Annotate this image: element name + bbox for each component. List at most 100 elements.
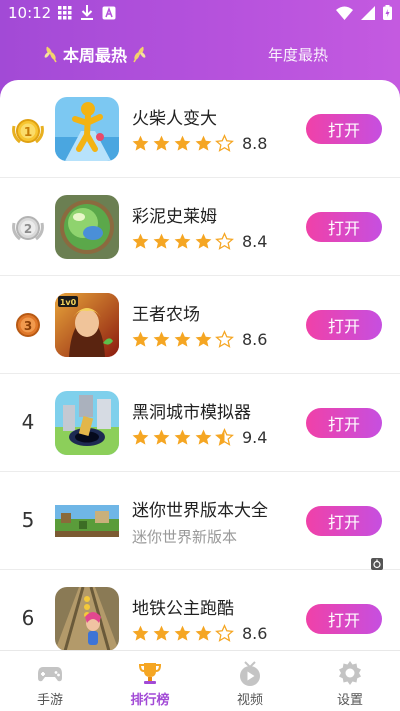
tab-week-hot[interactable]: 本周最热 — [44, 38, 146, 70]
star-full-icon — [132, 429, 149, 445]
nav-label: 手游 — [36, 693, 63, 708]
star-full-icon — [195, 625, 212, 641]
rating-stars: 8.8 — [131, 134, 267, 153]
open-button[interactable]: 打开 — [306, 408, 382, 438]
star-full-icon — [153, 331, 170, 347]
nav-item-rankings[interactable]: 排行榜 — [100, 651, 200, 711]
ranking-list: 1 火柴人变大 8.8 打开 2 彩泥史莱姆 8.4 打开 3 1v0 王者农场… — [0, 80, 400, 650]
star-full-icon — [195, 331, 212, 347]
app-name: 迷你世界版本大全 — [132, 501, 268, 521]
star-full-icon — [174, 233, 191, 249]
nav-item-settings[interactable]: 设置 — [300, 651, 400, 711]
nav-label: 排行榜 — [130, 693, 170, 708]
app-image-mini-world[interactable] — [55, 505, 119, 537]
app-score: 8.8 — [242, 134, 268, 153]
app-subtitle: 迷你世界新版本 — [132, 528, 238, 546]
star-full-icon — [195, 429, 212, 445]
star-full-icon — [174, 625, 191, 641]
rating-stars: 8.6 — [131, 624, 267, 643]
tv-icon — [240, 661, 260, 686]
app-score: 8.6 — [242, 330, 268, 349]
wheat-right-icon — [133, 46, 146, 63]
app-name: 王者农场 — [132, 305, 200, 325]
trophy-icon — [138, 663, 162, 684]
app-icon-subway-princess[interactable] — [55, 587, 119, 650]
wheat-left-icon — [44, 46, 57, 63]
open-button[interactable]: 打开 — [306, 114, 382, 144]
rating-stars: 9.4 — [131, 428, 267, 447]
signal-icon — [361, 5, 375, 20]
app-name: 火柴人变大 — [132, 109, 217, 129]
star-full-icon — [174, 331, 191, 347]
status-bar: 10:12 — [0, 0, 400, 28]
nav-label: 视频 — [236, 693, 263, 708]
star-full-icon — [174, 429, 191, 445]
star-full-icon — [174, 135, 191, 151]
star-full-icon — [153, 135, 170, 151]
rating-stars: 8.6 — [131, 330, 267, 349]
nav-label: 设置 — [336, 693, 363, 708]
open-button[interactable]: 打开 — [306, 506, 382, 536]
app-score: 8.4 — [242, 232, 268, 251]
rank-number: 5 — [21, 508, 35, 532]
tab-year-hot[interactable]: 年度最热 — [268, 38, 328, 70]
gear-icon — [339, 661, 361, 685]
download-icon — [81, 5, 93, 20]
nav-item-videos[interactable]: 视频 — [200, 651, 300, 711]
text-a-icon — [102, 6, 116, 19]
star-half-icon — [215, 428, 234, 446]
svg-text:1v0: 1v0 — [60, 298, 77, 307]
open-button[interactable]: 打开 — [306, 212, 382, 242]
svg-text:2: 2 — [24, 222, 32, 236]
star-empty-icon — [215, 330, 234, 348]
star-full-icon — [132, 135, 149, 151]
star-full-icon — [132, 625, 149, 641]
list-item[interactable]: 6 地铁公主跑酷 8.6 打开 — [0, 570, 400, 650]
gold-medal-icon: 1 — [12, 119, 44, 144]
app-icon-kings-farm[interactable]: 1v0 — [55, 293, 119, 357]
open-button[interactable]: 打开 — [306, 310, 382, 340]
star-full-icon — [153, 233, 170, 249]
nav-item-mobile-games[interactable]: 手游 — [0, 651, 100, 711]
wifi-icon — [336, 6, 353, 20]
status-time: 10:12 — [8, 4, 52, 22]
star-full-icon — [195, 135, 212, 151]
star-full-icon — [153, 625, 170, 641]
list-item[interactable]: 4 黑洞城市模拟器 9.4 打开 — [0, 374, 400, 472]
open-button[interactable]: 打开 — [306, 604, 382, 634]
app-name: 黑洞城市模拟器 — [132, 403, 251, 423]
svg-text:3: 3 — [24, 319, 32, 333]
svg-text:1: 1 — [24, 125, 32, 139]
star-empty-icon — [215, 624, 234, 642]
tab-week-label: 本周最热 — [63, 46, 128, 65]
tab-year-label: 年度最热 — [268, 45, 329, 64]
star-full-icon — [132, 331, 149, 347]
rating-stars: 8.4 — [131, 232, 267, 251]
ad-badge-icon[interactable] — [371, 558, 383, 570]
silver-medal-icon: 2 — [12, 216, 44, 241]
app-icon-stickman[interactable] — [55, 97, 119, 161]
star-full-icon — [195, 233, 212, 249]
list-item[interactable]: 2 彩泥史莱姆 8.4 打开 — [0, 178, 400, 276]
app-icon-black-hole-city[interactable] — [55, 391, 119, 455]
ranking-tabs: 本周最热 年度最热 — [0, 38, 400, 70]
rank-number: 4 — [21, 410, 35, 434]
grid-icon — [58, 5, 72, 19]
bottom-nav: 手游 排行榜 视频 设置 — [0, 650, 400, 711]
list-item[interactable]: 1 火柴人变大 8.8 打开 — [0, 80, 400, 178]
app-score: 8.6 — [242, 624, 268, 643]
star-empty-icon — [215, 232, 234, 250]
app-name: 地铁公主跑酷 — [132, 599, 234, 619]
list-item[interactable]: 5 迷你世界版本大全 迷你世界新版本 打开 — [0, 472, 400, 570]
star-full-icon — [132, 233, 149, 249]
battery-icon — [383, 5, 392, 20]
list-item[interactable]: 3 1v0 王者农场 8.6 打开 — [0, 276, 400, 374]
star-empty-icon — [215, 134, 234, 152]
bronze-medal-icon: 3 — [16, 313, 40, 337]
app-score: 9.4 — [242, 428, 268, 447]
app-icon-slime[interactable] — [55, 195, 119, 259]
app-name: 彩泥史莱姆 — [132, 207, 217, 227]
star-full-icon — [153, 429, 170, 445]
rank-number: 6 — [21, 606, 35, 630]
gamepad-icon — [38, 667, 62, 682]
